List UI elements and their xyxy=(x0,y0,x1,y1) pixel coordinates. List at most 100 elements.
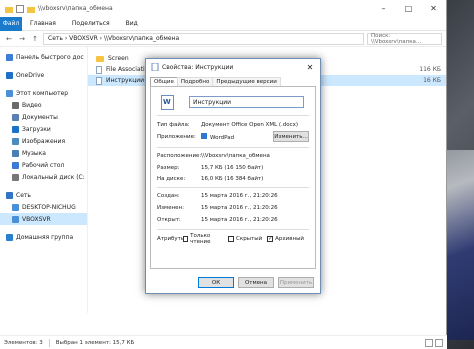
tab-home[interactable]: Главная xyxy=(22,20,64,27)
computer-icon xyxy=(6,89,13,97)
opened-label: Открыт: xyxy=(157,216,181,223)
ok-button[interactable]: ОК xyxy=(198,277,234,288)
sidebar-item-8[interactable]: Рабочий стол xyxy=(0,159,87,171)
dialog-titlebar: Свойства: Инструкции ✕ xyxy=(146,59,320,75)
status-bar: Элементов: 3 Выбран 1 элемент: 15,7 КБ xyxy=(0,335,447,349)
modified-label: Изменен: xyxy=(157,204,185,211)
size-row: Размер: 15,7 КБ (16 150 байт) xyxy=(157,163,309,172)
folder-icon xyxy=(96,55,104,62)
close-button[interactable]: ✕ xyxy=(421,0,446,17)
network-icon xyxy=(6,191,13,199)
file-size: 116 КБ xyxy=(419,66,441,73)
cancel-button[interactable]: Отмена xyxy=(238,277,274,288)
general-panel: Инструкции Тип файла: Документ Office Op… xyxy=(150,86,316,269)
ribbon-tabs: Файл Главная Поделиться Вид xyxy=(0,16,446,31)
disk-value: 16,0 КБ (16 384 байт) xyxy=(201,175,264,182)
change-app-button[interactable]: Изменить... xyxy=(273,131,309,142)
type-label: Тип файла: xyxy=(157,121,190,128)
sidebar-item-label: Музыка xyxy=(22,149,46,157)
sidebar-item-label: Этот компьютер xyxy=(16,89,69,97)
details-view-icon[interactable] xyxy=(425,338,433,347)
pictures-icon xyxy=(12,137,19,145)
attributes-row: Атрибуты: Только чтение Скрытый ✓ Архивны… xyxy=(157,233,309,245)
opened-row: Открыт: 15 марта 2016 г., 21:20:26 xyxy=(157,215,309,224)
readonly-label: Только чтение xyxy=(190,232,211,245)
sidebar-item-12[interactable]: VBOXSVR xyxy=(0,213,87,225)
sidebar-item-1[interactable]: OneDrive xyxy=(0,69,87,81)
sidebar-item-7[interactable]: Музыка xyxy=(0,147,87,159)
back-arrow-icon[interactable]: ← xyxy=(4,35,14,43)
sidebar-item-label: Локальный диск (C: xyxy=(22,173,85,181)
sidebar-item-11[interactable]: DESKTOP-NICHUG xyxy=(0,201,87,213)
tab-share[interactable]: Поделиться xyxy=(64,20,118,27)
minimize-button[interactable]: – xyxy=(371,0,396,17)
sidebar-item-4[interactable]: Документы xyxy=(0,111,87,123)
sidebar-item-0[interactable]: Панель быстрого дос xyxy=(0,51,87,63)
attributes-label: Атрибуты: xyxy=(157,235,188,242)
up-arrow-icon[interactable]: ↑ xyxy=(30,35,40,43)
view-buttons xyxy=(425,338,443,347)
desktop-icon xyxy=(12,161,19,169)
opened-value: 15 марта 2016 г., 21:20:26 xyxy=(201,216,278,223)
document-icon xyxy=(96,65,102,74)
sidebar-item-10[interactable]: Сеть xyxy=(0,189,87,201)
tab-previous-versions[interactable]: Предыдущие версии xyxy=(212,77,281,86)
sidebar-item-2[interactable]: Этот компьютер xyxy=(0,87,87,99)
readonly-checkbox[interactable]: Только чтение xyxy=(183,233,223,245)
sidebar-item-13[interactable]: Домашняя группа xyxy=(0,231,87,243)
maximize-button[interactable]: □ xyxy=(396,0,421,17)
document-icon xyxy=(151,63,159,71)
file-name: Screen xyxy=(108,55,129,62)
hidden-box[interactable] xyxy=(228,235,235,242)
quick-folder-icon[interactable] xyxy=(27,5,35,13)
created-row: Создан: 15 марта 2016 г., 21:20:26 xyxy=(157,191,309,200)
sidebar-item-6[interactable]: Изображения xyxy=(0,135,87,147)
archive-checkbox[interactable]: ✓ Архивный xyxy=(267,235,304,242)
cloud-icon xyxy=(6,71,13,79)
tab-view[interactable]: Вид xyxy=(118,20,146,27)
tab-details[interactable]: Подробно xyxy=(176,77,214,86)
computer-icon xyxy=(12,203,19,211)
tab-general[interactable]: Общие xyxy=(150,77,178,86)
size-value: 15,7 КБ (16 150 байт) xyxy=(201,164,264,171)
sidebar-item-label: Загрузки xyxy=(22,125,51,133)
location-row: Расположение: \\Vboxsrv\папка_обмена xyxy=(157,151,309,160)
wordpad-icon xyxy=(201,132,207,139)
status-divider xyxy=(48,338,50,347)
dialog-close-button[interactable]: ✕ xyxy=(300,63,320,72)
word-document-icon xyxy=(161,95,174,110)
explorer-titlebar: \\vboxsrv\папка_обмена – □ ✕ xyxy=(0,0,446,17)
sidebar-item-5[interactable]: Загрузки xyxy=(0,123,87,135)
sidebar-item-label: Изображения xyxy=(22,137,66,145)
music-icon xyxy=(12,149,19,157)
sidebar-item-label: Сеть xyxy=(16,191,31,199)
forward-arrow-icon[interactable]: → xyxy=(17,35,27,43)
sidebar-item-label: Домашняя группа xyxy=(16,233,74,241)
sidebar-item-label: Видео xyxy=(22,101,42,109)
created-label: Создан: xyxy=(157,192,180,199)
video-icon xyxy=(12,101,19,109)
location-label: Расположение: xyxy=(157,152,202,159)
divider xyxy=(157,187,309,188)
apply-button[interactable]: Применить xyxy=(278,277,314,288)
sidebar-item-3[interactable]: Видео xyxy=(0,99,87,111)
dialog-title: Свойства: Инструкции xyxy=(162,63,234,71)
drive-icon xyxy=(12,173,19,181)
navigation-pane: Панель быстрого дос OneDrive Этот компьюте… xyxy=(0,47,88,313)
checkmark-icon[interactable]: ✓ xyxy=(267,235,274,242)
filename-field[interactable]: Инструкции xyxy=(189,96,304,108)
computer-icon xyxy=(12,215,19,223)
hidden-checkbox[interactable]: Скрытый xyxy=(228,235,262,242)
window-title: \\vboxsrv\папка_обмена xyxy=(38,5,113,12)
tiles-view-icon[interactable] xyxy=(435,338,443,347)
address-input[interactable]: Сеть › VBOXSVR › \\Vboxsrv\папка_обмена xyxy=(43,32,364,45)
checkmark-icon[interactable] xyxy=(16,4,24,13)
sidebar-item-9[interactable]: Локальный диск (C: xyxy=(0,171,87,183)
download-icon xyxy=(12,125,19,133)
tab-file[interactable]: Файл xyxy=(0,16,22,31)
disk-label: На диске: xyxy=(157,175,186,182)
created-value: 15 марта 2016 г., 21:20:26 xyxy=(201,192,278,199)
search-input[interactable]: Поиск: \\Vboxsrv\папка... xyxy=(367,32,442,45)
readonly-box[interactable] xyxy=(183,235,189,242)
homegroup-icon xyxy=(6,233,13,241)
